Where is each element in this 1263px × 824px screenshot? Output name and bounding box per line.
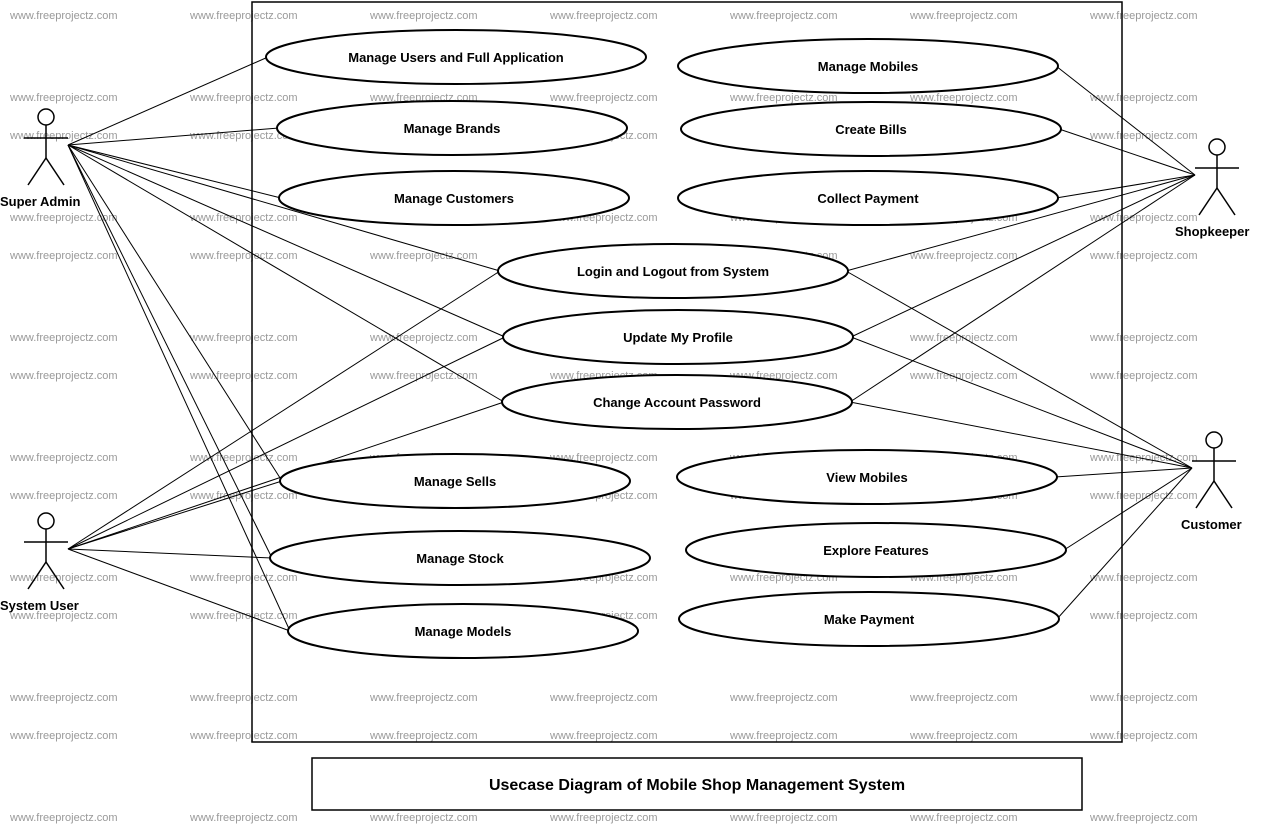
usecase-changePassword: Change Account Password (502, 375, 852, 429)
usecase-loginLogout: Login and Logout from System (498, 244, 848, 298)
usecase-label: Collect Payment (817, 191, 919, 206)
usecase-label: Login and Logout from System (577, 264, 769, 279)
usecase-updateProfile: Update My Profile (503, 310, 853, 364)
usecase-viewMobiles: View Mobiles (677, 450, 1057, 504)
usecase-manageBrands: Manage Brands (277, 101, 627, 155)
assoc-line (846, 271, 1192, 468)
actor-head-icon (1206, 432, 1222, 448)
assoc-line (1057, 468, 1192, 619)
actor-leg-right (46, 158, 64, 185)
usecase-label: Manage Models (415, 624, 512, 639)
usecase-manageModels: Manage Models (288, 604, 638, 658)
actor-leg-right (1214, 481, 1232, 508)
actor-leg-left (1196, 481, 1214, 508)
usecase-label: Manage Stock (416, 551, 504, 566)
assoc-line (68, 337, 505, 549)
usecase-makePayment: Make Payment (679, 592, 1059, 646)
usecase-label: View Mobiles (826, 470, 907, 485)
usecase-label: Manage Customers (394, 191, 514, 206)
usecase-label: Change Account Password (593, 395, 761, 410)
actor-leg-left (1199, 188, 1217, 215)
usecase-manageUsers: Manage Users and Full Application (266, 30, 646, 84)
actor-customer: Customer (1181, 432, 1242, 532)
actor-label: Customer (1181, 517, 1242, 532)
actor-leg-left (28, 562, 46, 589)
assoc-line (68, 145, 272, 558)
diagram-title: Usecase Diagram of Mobile Shop Managemen… (489, 777, 905, 794)
actor-leg-right (46, 562, 64, 589)
usecase-label: Make Payment (824, 612, 915, 627)
assoc-line (68, 549, 272, 558)
usecase-label: Manage Mobiles (818, 59, 918, 74)
assoc-line (1064, 468, 1192, 550)
actor-label: Super Admin (0, 194, 80, 209)
assoc-line (68, 145, 281, 198)
usecase-diagram-svg: Manage Users and Full Application Manage … (0, 0, 1263, 819)
assoc-line (1059, 129, 1195, 175)
usecase-label: Explore Features (823, 543, 929, 558)
assoc-line (68, 549, 290, 631)
usecase-manageStock: Manage Stock (270, 531, 650, 585)
actor-head-icon (38, 513, 54, 529)
usecase-exploreFeatures: Explore Features (686, 523, 1066, 577)
usecase-label: Manage Users and Full Application (348, 50, 564, 65)
assoc-line (68, 481, 282, 549)
actor-head-icon (38, 109, 54, 125)
usecase-manageMobiles: Manage Mobiles (678, 39, 1058, 93)
actor-label: System User (0, 598, 79, 613)
usecase-label: Manage Brands (404, 121, 501, 136)
actor-head-icon (1209, 139, 1225, 155)
actor-superAdmin: Super Admin (0, 109, 80, 209)
actor-leg-right (1217, 188, 1235, 215)
usecase-manageCustomers: Manage Customers (279, 171, 629, 225)
usecase-label: Update My Profile (623, 330, 733, 345)
usecase-collectPayment: Collect Payment (678, 171, 1058, 225)
title-box: Usecase Diagram of Mobile Shop Managemen… (312, 758, 1082, 810)
usecase-createBills: Create Bills (681, 102, 1061, 156)
usecase-label: Manage Sells (414, 474, 496, 489)
assoc-line (68, 145, 290, 631)
usecase-manageSells: Manage Sells (280, 454, 630, 508)
actor-shopkeeper: Shopkeeper (1175, 139, 1249, 239)
assoc-line (1055, 468, 1192, 477)
assoc-line (851, 337, 1192, 468)
assoc-line (1056, 66, 1195, 175)
actor-leg-left (28, 158, 46, 185)
actor-label: Shopkeeper (1175, 224, 1249, 239)
actor-systemUser: System User (0, 513, 79, 613)
usecase-label: Create Bills (835, 122, 907, 137)
assoc-line (68, 145, 282, 481)
